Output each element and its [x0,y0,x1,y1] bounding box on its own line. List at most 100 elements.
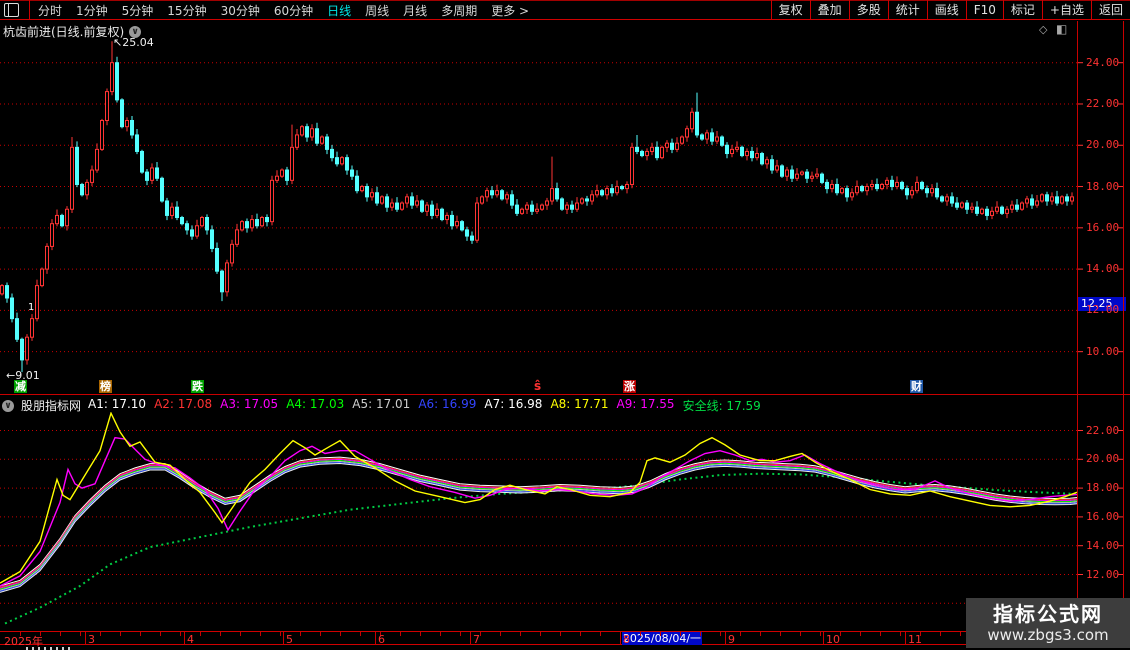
indicator-field-7: A8: 17.71 [550,397,608,414]
signal-marker-2: 跌 [191,380,204,393]
minor-tick [680,632,681,636]
minor-tick [280,632,281,636]
minor-tick [120,632,121,636]
price-label: 20.00 [1086,138,1119,151]
panel-divider [0,394,1130,395]
month-tick [283,632,284,645]
price-label: 12.00 [1086,303,1119,316]
minor-tick [520,632,521,636]
month-tick [905,632,906,645]
minor-tick [340,632,341,636]
time-axis: 2025年 2025/08/04/一 34567891011 [0,631,1130,645]
price-label: 12.00 [1086,568,1119,581]
price-label: 18.00 [1086,481,1119,494]
indicator-field-2: A3: 17.05 [220,397,278,414]
signal-marker-5: 财 [910,380,923,393]
minor-tick [940,632,941,636]
indicator-name: 股朋指标网 [21,397,81,414]
minor-tick [60,632,61,636]
minor-tick [140,632,141,636]
month-label: 11 [908,633,922,646]
month-label: 3 [88,633,95,646]
indicator-field-4: A5: 17.01 [352,397,410,414]
price-label: 22.00 [1086,97,1119,110]
axis-border-right [1123,21,1124,645]
minor-tick [240,632,241,636]
minor-tick [880,632,881,636]
minor-tick [40,632,41,636]
watermark-title: 指标公式网 [993,602,1103,626]
minor-tick [160,632,161,636]
minor-tick [480,632,481,636]
price-label: 16.00 [1086,221,1119,234]
price-label: 22.00 [1086,424,1119,437]
minor-tick [600,632,601,636]
signal-marker-0: 减 [14,380,27,393]
month-tick [184,632,185,645]
signal-marker-1: 榜 [99,380,112,393]
price-label: 20.00 [1086,452,1119,465]
signal-marker-3: ŝ [533,380,542,393]
indicator-chevron-icon[interactable]: ∨ [2,400,14,412]
high-price-label: ↖25.04 [113,36,154,49]
indicator-field-8: A9: 17.55 [617,397,675,414]
month-label: 7 [473,633,480,646]
minor-tick [960,632,961,636]
indicator-header: ∨ 股朋指标网 A1: 17.10A2: 17.08A3: 17.05A4: 1… [2,397,761,414]
price-label: 10.00 [1086,345,1119,358]
minor-tick [580,632,581,636]
indicator-field-1: A2: 17.08 [154,397,212,414]
month-label: 10 [826,633,840,646]
price-label: 24.00 [1086,56,1119,69]
month-tick [375,632,376,645]
month-label: 5 [286,633,293,646]
chart-canvas[interactable] [0,0,1130,650]
high-arrow-icon: ↖ [113,36,122,49]
minor-tick [400,632,401,636]
axis-border-left [1077,21,1078,645]
panel-toggle-icon[interactable]: ◧ [1056,23,1067,35]
minor-tick [900,632,901,636]
minor-tick [500,632,501,636]
month-label: 9 [728,633,735,646]
minor-tick [80,632,81,636]
minor-tick [360,632,361,636]
month-label: 4 [187,633,194,646]
minor-tick [860,632,861,636]
indicator-values: A1: 17.10A2: 17.08A3: 17.05A4: 17.03A5: … [88,397,761,414]
minor-tick [780,632,781,636]
minor-tick [640,632,641,636]
annotation-one: 1 [28,302,34,313]
minor-tick [320,632,321,636]
minor-tick [560,632,561,636]
minor-tick [460,632,461,636]
minor-tick [300,632,301,636]
minor-tick [200,632,201,636]
minor-tick [440,632,441,636]
minor-tick [700,632,701,636]
minor-tick [100,632,101,636]
month-tick [725,632,726,645]
indicator-field-9: 安全线: 17.59 [683,397,761,414]
indicator-field-6: A7: 16.98 [484,397,542,414]
minor-tick [760,632,761,636]
month-tick [823,632,824,645]
minor-tick [800,632,801,636]
minor-tick [180,632,181,636]
month-label: 6 [378,633,385,646]
minor-tick [720,632,721,636]
trading-app-window: 分时1分钟5分钟15分钟30分钟60分钟日线周线月线多周期更多 > 复权叠加多股… [0,0,1130,650]
minor-tick [540,632,541,636]
minor-tick [820,632,821,636]
indicator-field-3: A4: 17.03 [286,397,344,414]
diamond-icon[interactable]: ◇ [1039,24,1047,36]
crosshair-date-badge: 2025/08/04/一 [622,632,702,645]
minor-tick [20,632,21,636]
minor-tick [420,632,421,636]
month-tick [470,632,471,645]
month-label: 8 [623,633,630,646]
stock-title-label: 杭齿前进(日线.前复权) [3,23,124,40]
price-label: 18.00 [1086,180,1119,193]
month-tick [620,632,621,645]
price-label: 14.00 [1086,539,1119,552]
